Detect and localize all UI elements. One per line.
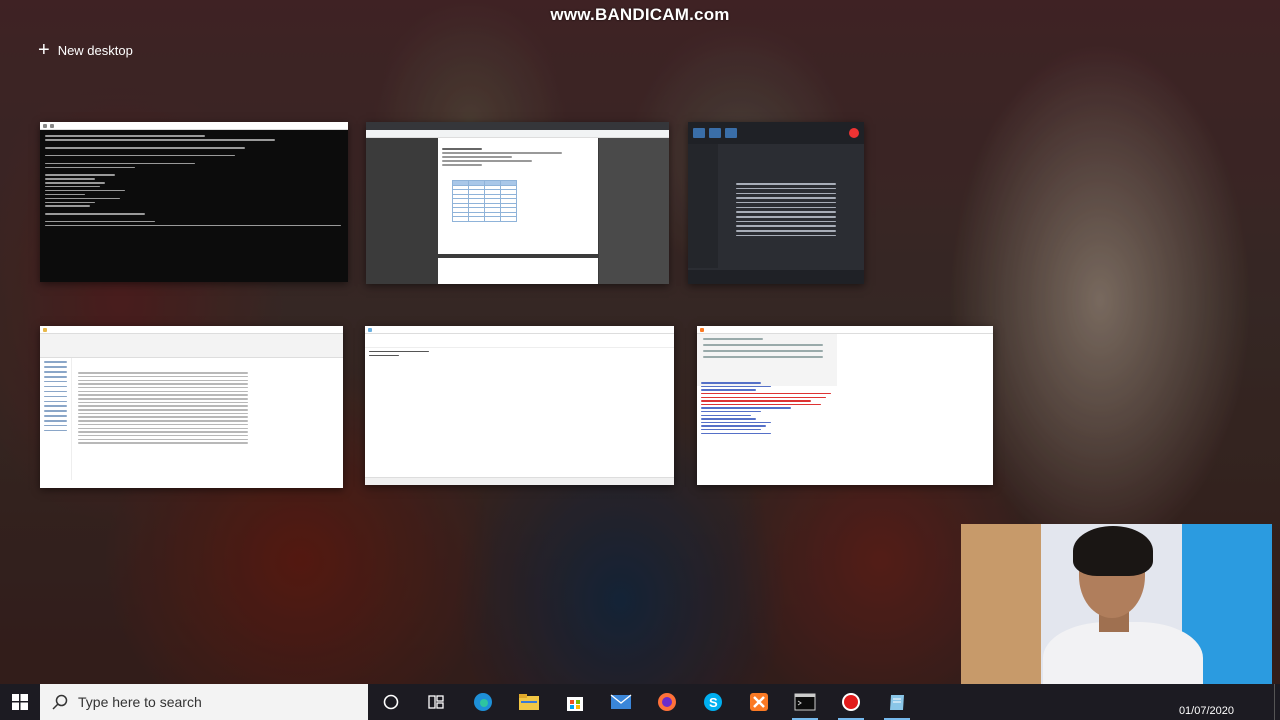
taskbar: Type here to search S 01/07/2020 xyxy=(0,684,1280,720)
explorer-ribbon xyxy=(40,334,343,358)
terminal-button[interactable] xyxy=(782,684,828,720)
show-desktop-button[interactable] xyxy=(1274,684,1280,720)
xampp-window-thumbnail[interactable] xyxy=(697,326,993,485)
clock-date: 01/07/2020 xyxy=(1178,705,1234,717)
svg-text:S: S xyxy=(709,695,718,710)
webcam-overlay xyxy=(961,524,1272,702)
console-window-thumbnail[interactable] xyxy=(40,122,348,282)
xampp-titlebar xyxy=(697,326,993,334)
task-view-button[interactable] xyxy=(414,684,460,720)
console-output xyxy=(40,130,348,232)
browser-tab-strip xyxy=(366,122,669,130)
xampp-log xyxy=(701,380,841,436)
explorer-nav-pane xyxy=(40,358,72,480)
windows-icon xyxy=(12,694,28,710)
edge-button[interactable] xyxy=(460,684,506,720)
firefox-button[interactable] xyxy=(644,684,690,720)
search-icon xyxy=(52,694,68,710)
task-view-icon xyxy=(428,695,444,709)
new-desktop-button[interactable]: + New desktop xyxy=(38,38,133,62)
explorer-titlebar xyxy=(40,326,343,334)
notepad-titlebar xyxy=(365,326,674,334)
mail-icon xyxy=(610,694,632,709)
skype-button[interactable]: S xyxy=(690,684,736,720)
notepad-text xyxy=(365,351,674,357)
console-titlebar xyxy=(40,122,348,130)
notepad-button[interactable] xyxy=(874,684,920,720)
browser-address-bar xyxy=(366,130,669,138)
xampp-icon xyxy=(750,693,768,711)
bandicam-file-list xyxy=(736,180,842,239)
cortana-icon xyxy=(383,694,399,710)
store-icon xyxy=(567,697,583,711)
browser-side-panel xyxy=(599,138,669,284)
xampp-button[interactable] xyxy=(736,684,782,720)
cortana-button[interactable] xyxy=(368,684,414,720)
mail-button[interactable] xyxy=(598,684,644,720)
edge-icon xyxy=(474,693,492,711)
browser-content xyxy=(366,138,669,284)
new-desktop-label: New desktop xyxy=(57,42,133,58)
firefox-icon xyxy=(658,693,676,711)
xampp-modules-panel xyxy=(697,334,837,386)
bandicam-statusbar xyxy=(688,270,864,284)
notepad-statusbar xyxy=(365,477,674,485)
bandicam-sidebar xyxy=(688,144,718,268)
explorer-file-list xyxy=(78,370,248,446)
start-button[interactable] xyxy=(0,684,40,720)
explorer-window-thumbnail[interactable] xyxy=(40,326,343,488)
store-button[interactable] xyxy=(552,684,598,720)
taskbar-clock[interactable]: 01/07/2020 xyxy=(1179,684,1234,720)
terminal-icon xyxy=(794,693,816,711)
notepad-window-thumbnail[interactable] xyxy=(365,326,674,485)
search-placeholder: Type here to search xyxy=(78,694,202,710)
notepad-menu xyxy=(365,334,674,348)
file-explorer-button[interactable] xyxy=(506,684,552,720)
record-icon xyxy=(849,128,859,138)
taskbar-search-box[interactable]: Type here to search xyxy=(40,684,368,720)
notepad-icon xyxy=(890,695,904,710)
skype-icon: S xyxy=(704,693,722,711)
document-page xyxy=(438,138,598,254)
bandicam-record-icon xyxy=(842,693,860,711)
bandicam-window-thumbnail[interactable] xyxy=(688,122,864,284)
bandicam-button[interactable] xyxy=(828,684,874,720)
plus-icon: + xyxy=(38,39,50,61)
document-page-2 xyxy=(438,258,598,284)
browser-window-thumbnail[interactable] xyxy=(366,122,669,284)
bandicam-watermark: www.BANDICAM.com xyxy=(550,5,730,24)
document-table xyxy=(452,180,517,222)
bandicam-toolbar xyxy=(688,122,864,144)
file-explorer-icon xyxy=(519,694,539,710)
